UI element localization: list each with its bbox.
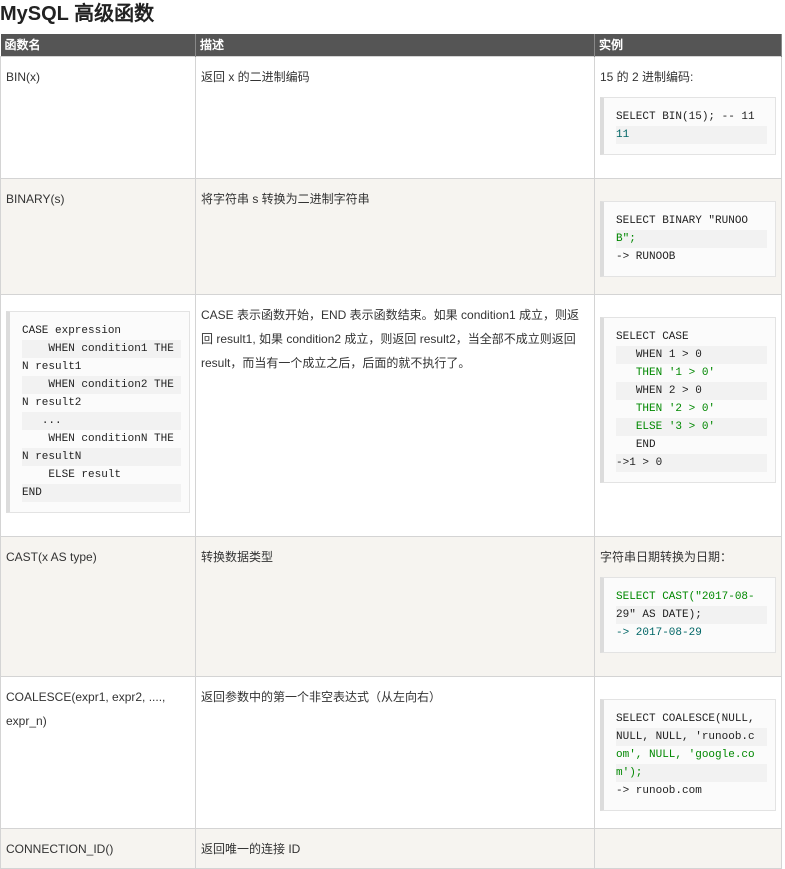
description-cell: 转换数据类型 xyxy=(195,536,595,677)
functions-table: 函数名 描述 实例 BIN(x) 返回 x 的二进制编码 15 的 2 进制编码… xyxy=(0,34,782,869)
code-block[interactable]: SELECT BIN(15); -- 11 11 xyxy=(600,97,776,155)
code-line: ->1 > 0 xyxy=(616,454,767,472)
code-line: SELECT CAST("2017-08- xyxy=(616,591,755,603)
function-name-cell: CAST(x AS type) xyxy=(0,536,196,677)
code-line: N resultN xyxy=(22,448,181,466)
example-cell: 字符串日期转换为日期： SELECT CAST("2017-08- 29" AS … xyxy=(594,536,782,677)
code-line: N result1 xyxy=(22,361,82,373)
code-line: END xyxy=(616,439,656,451)
example-cell: 15 的 2 进制编码: SELECT BIN(15); -- 11 11 xyxy=(594,56,782,179)
code-line: 11 xyxy=(616,126,767,144)
table-row: COALESCE(expr1, expr2, ...., expr_n) 返回参… xyxy=(0,676,782,829)
code-line: om', NULL, 'google.co xyxy=(616,749,755,761)
code-line: WHEN conditionN THE xyxy=(22,433,174,445)
code-line: m'); xyxy=(616,764,767,782)
code-block[interactable]: SELECT CASE WHEN 1 > 0 THEN '1 > 0' WHEN… xyxy=(600,317,776,483)
example-cell: SELECT CASE WHEN 1 > 0 THEN '1 > 0' WHEN… xyxy=(594,294,782,537)
code-line: B"; xyxy=(616,230,767,248)
code-block[interactable]: CASE expression WHEN condition1 THE N res… xyxy=(6,311,190,513)
code-line: ELSE '3 > 0' xyxy=(616,418,767,436)
code-line: WHEN condition1 THE xyxy=(22,340,181,358)
header-description: 描述 xyxy=(195,34,595,57)
code-line: 29" AS DATE); xyxy=(616,606,767,624)
code-line: SELECT CASE xyxy=(616,331,689,343)
example-cell: SELECT BINARY "RUNOO B"; -> RUNOOB xyxy=(594,178,782,295)
code-line: END xyxy=(22,484,181,502)
code-line: -> RUNOOB xyxy=(616,251,676,263)
code-line: ... xyxy=(22,412,181,430)
code-line: THEN '2 > 0' xyxy=(616,403,716,415)
example-cell xyxy=(594,828,782,869)
function-name-cell: CASE expression WHEN condition1 THE N res… xyxy=(0,294,196,537)
code-line: THEN '1 > 0' xyxy=(616,367,716,379)
description-cell: CASE 表示函数开始，END 表示函数结束。如果 condition1 成立，… xyxy=(195,294,595,537)
code-line: ELSE result xyxy=(22,469,122,481)
example-cell: SELECT COALESCE(NULL, NULL, NULL, 'runoob… xyxy=(594,676,782,829)
functions-table-container: 函数名 描述 实例 BIN(x) 返回 x 的二进制编码 15 的 2 进制编码… xyxy=(0,34,782,869)
header-function-name: 函数名 xyxy=(0,34,196,57)
example-intro: 15 的 2 进制编码: xyxy=(600,70,694,84)
description-cell: 将字符串 s 转换为二进制字符串 xyxy=(195,178,595,295)
page-title: MySQL 高级函数 xyxy=(0,3,155,25)
code-line: SELECT BIN(15); -- 11 xyxy=(616,111,755,123)
code-block[interactable]: SELECT BINARY "RUNOO B"; -> RUNOOB xyxy=(600,201,776,277)
code-line: -> 2017-08-29 xyxy=(616,627,702,639)
code-block[interactable]: SELECT CAST("2017-08- 29" AS DATE); -> 201… xyxy=(600,577,776,653)
code-line: CASE expression xyxy=(22,325,122,337)
code-line: SELECT COALESCE(NULL, xyxy=(616,713,755,725)
table-row: BINARY(s) 将字符串 s 转换为二进制字符串 SELECT BINARY… xyxy=(0,178,782,295)
description-cell: 返回唯一的连接 ID xyxy=(195,828,595,869)
description-cell: 返回参数中的第一个非空表达式（从左向右） xyxy=(195,676,595,829)
code-line: N result2 xyxy=(22,397,82,409)
function-name-cell: CONNECTION_ID() xyxy=(0,828,196,869)
code-block[interactable]: SELECT COALESCE(NULL, NULL, NULL, 'runoob… xyxy=(600,699,776,811)
table-row: CONNECTION_ID() 返回唯一的连接 ID xyxy=(0,828,782,869)
code-line: NULL, NULL, 'runoob.c xyxy=(616,728,767,746)
function-name-cell: COALESCE(expr1, expr2, ...., expr_n) xyxy=(0,676,196,829)
code-line: WHEN 2 > 0 xyxy=(616,382,767,400)
header-example: 实例 xyxy=(594,34,782,57)
example-intro: 字符串日期转换为日期： xyxy=(600,550,733,564)
code-line: SELECT BINARY "RUNOO xyxy=(616,215,749,227)
code-line: WHEN condition2 THE xyxy=(22,376,181,394)
table-row: CASE expression WHEN condition1 THE N res… xyxy=(0,294,782,537)
function-name-cell: BIN(x) xyxy=(0,56,196,179)
function-name-cell: BINARY(s) xyxy=(0,178,196,295)
code-line: WHEN 1 > 0 xyxy=(616,346,767,364)
code-line: -> runoob.com xyxy=(616,785,702,797)
description-cell: 返回 x 的二进制编码 xyxy=(195,56,595,179)
table-row: BIN(x) 返回 x 的二进制编码 15 的 2 进制编码: SELECT B… xyxy=(0,56,782,179)
table-row: CAST(x AS type) 转换数据类型 字符串日期转换为日期： SELEC… xyxy=(0,536,782,677)
table-header-row: 函数名 描述 实例 xyxy=(0,34,782,57)
